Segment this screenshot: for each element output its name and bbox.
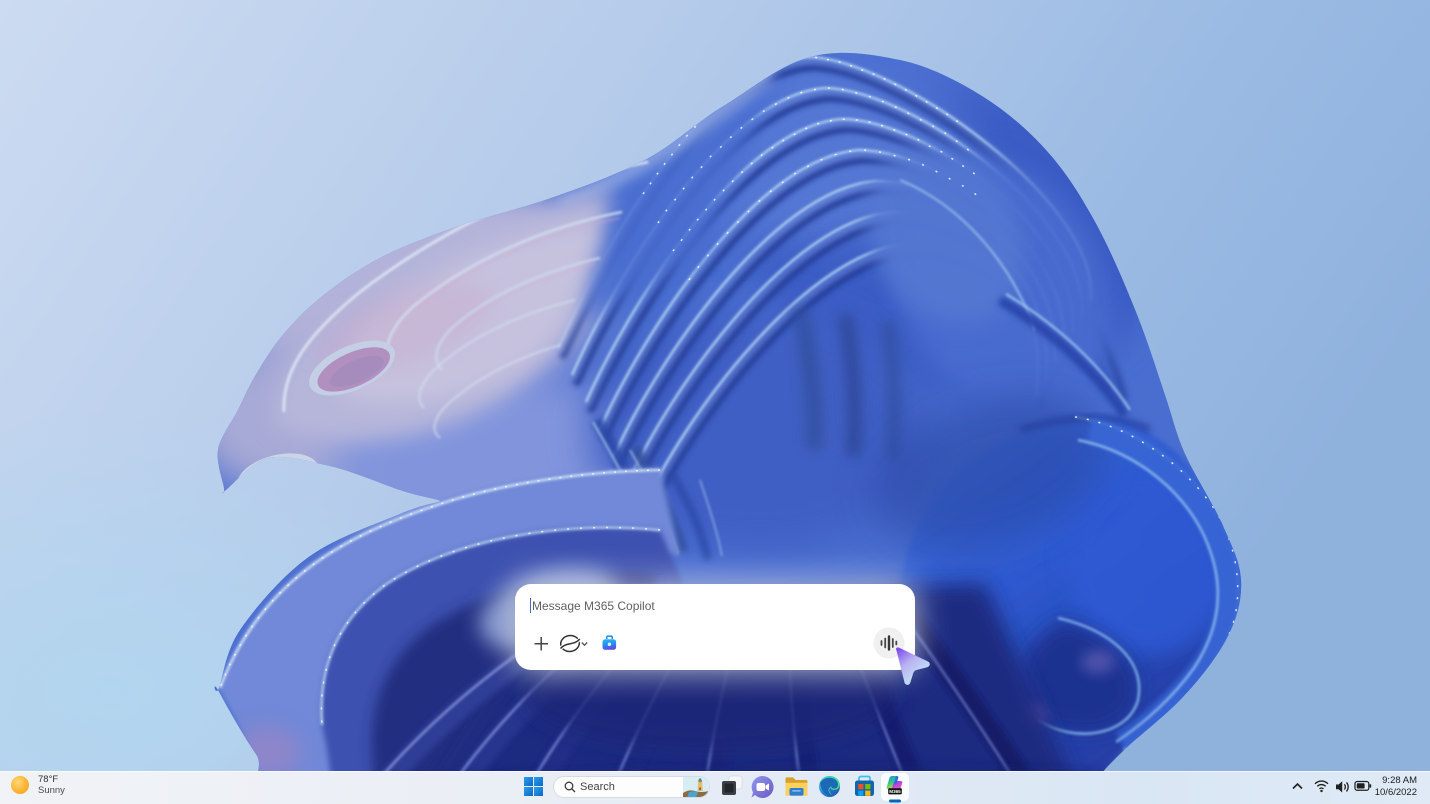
svg-text:M365: M365 [889,789,901,794]
